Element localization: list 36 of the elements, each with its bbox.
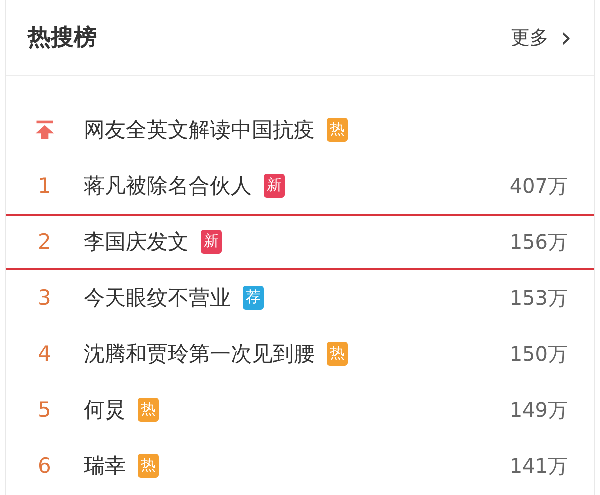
topic-title: 瑞幸 [84,453,126,480]
topic-badge: 热 [138,454,159,478]
rank-number: 1 [38,174,52,198]
topic-title: 今天眼纹不营业 [84,285,231,312]
topic-badge: 热 [327,118,348,142]
panel-title: 热搜榜 [28,24,98,53]
hot-search-item[interactable]: 6 瑞幸 热 141万 [6,438,594,494]
topic-title: 何炅 [84,397,126,424]
view-count: 150万 [510,340,568,368]
rank-number: 6 [38,454,52,478]
topic-title: 蒋凡被除名合伙人 [84,173,252,200]
view-count: 407万 [510,172,568,200]
topic-badge: 新 [201,230,222,254]
hot-search-item[interactable]: 3 今天眼纹不营业 荐 153万 [6,270,594,326]
hot-search-item[interactable]: 4 沈腾和贾玲第一次见到腰 热 150万 [6,326,594,382]
topic-title: 沈腾和贾玲第一次见到腰 [84,341,315,368]
topic-badge: 新 [264,174,285,198]
topic-title: 李国庆发文 [84,229,189,256]
rank-number: 3 [38,286,52,310]
more-link[interactable]: 更多 › [510,24,572,52]
hot-search-item[interactable]: 2 李国庆发文 新 156万 [6,214,594,270]
hot-search-item[interactable]: 5 何炅 热 149万 [6,382,594,438]
view-count: 141万 [510,452,568,480]
topic-title: 网友全英文解读中国抗疫 [84,117,315,144]
view-count: 149万 [510,396,568,424]
topic-badge: 热 [327,342,348,366]
topic-badge: 荐 [243,286,264,310]
hot-search-item[interactable]: 1 蒋凡被除名合伙人 新 407万 [6,158,594,214]
rank-number: 2 [38,230,52,254]
hot-search-item[interactable]: 网友全英文解读中国抗疫 热 [6,102,594,158]
view-count: 153万 [510,284,568,312]
rank-number: 4 [38,342,52,366]
topic-badge: 热 [138,398,159,422]
view-count: 156万 [510,228,568,256]
pin-top-icon [34,119,56,141]
rank-number: 5 [38,398,52,422]
